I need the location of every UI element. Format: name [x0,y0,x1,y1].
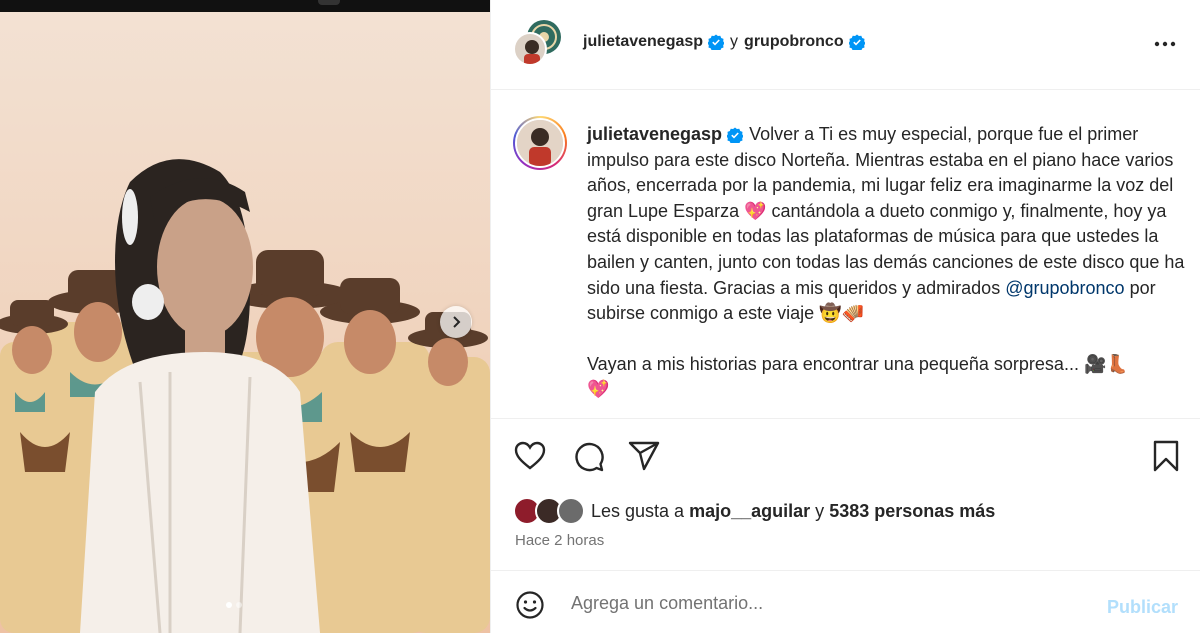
likes-user-link[interactable]: majo__aguilar [689,501,810,521]
caption-paragraph-2: Vayan a mis historias para encontrar una… [587,353,1129,400]
comment-input[interactable] [571,587,1091,619]
author-username-1[interactable]: julietavenegasp [583,33,703,51]
verified-badge-icon [708,34,725,50]
caption-username[interactable]: julietavenegasp [587,124,722,144]
comment-box: Publicar [491,570,1200,633]
avatar-julietavenegasp[interactable] [513,32,547,66]
avatar [557,497,585,525]
post-actions: Les gusta a majo__aguilar y 5383 persona… [491,418,1200,568]
caption-avatar[interactable] [513,116,567,170]
authors-separator: y [730,33,739,50]
post-media[interactable] [0,0,490,633]
carousel-next-button[interactable] [440,306,472,338]
heart-icon[interactable] [513,439,547,473]
likes-summary: Les gusta a majo__aguilar y 5383 persona… [513,497,995,525]
media-top-bar [0,0,490,12]
caption-body-1: Volver a Ti es muy especial, porque fue … [587,124,1185,298]
carousel-indicator [226,602,242,608]
more-options-icon[interactable] [1151,32,1179,56]
post-timestamp[interactable]: Hace 2 horas [515,532,604,549]
caption-text: julietavenegasp Volver a Ti es muy especi… [587,122,1187,403]
author-username-2[interactable]: grupobronco [744,33,844,51]
likes-prefix: Les gusta a [591,500,685,521]
share-icon[interactable] [627,439,661,473]
verified-badge-icon [727,127,744,144]
comment-icon[interactable] [571,439,605,473]
post-header: julietavenegasp y grupobronco [491,0,1200,90]
carousel-dot [226,602,232,608]
likes-others-link[interactable]: 5383 personas más [829,501,995,521]
emoji-icon[interactable] [515,590,545,620]
carousel-dot [236,602,242,608]
collab-avatars[interactable] [513,20,561,68]
verified-badge-icon [848,34,865,50]
liker-avatars[interactable] [513,497,587,525]
post-authors: julietavenegasp y grupobronco [583,33,865,51]
post-photo [0,159,490,633]
likes-text: Les gusta a majo__aguilar y 5383 persona… [591,501,995,522]
chevron-right-icon [453,316,461,328]
bookmark-icon[interactable] [1149,439,1183,473]
caption-section: julietavenegasp Volver a Ti es muy especi… [491,90,1200,418]
caption-mention-link[interactable]: @grupobronco [1005,278,1124,298]
post-details-panel: julietavenegasp y grupobronco julietaven… [490,0,1200,633]
publish-button[interactable]: Publicar [1107,597,1178,618]
likes-connector: y [815,500,825,521]
